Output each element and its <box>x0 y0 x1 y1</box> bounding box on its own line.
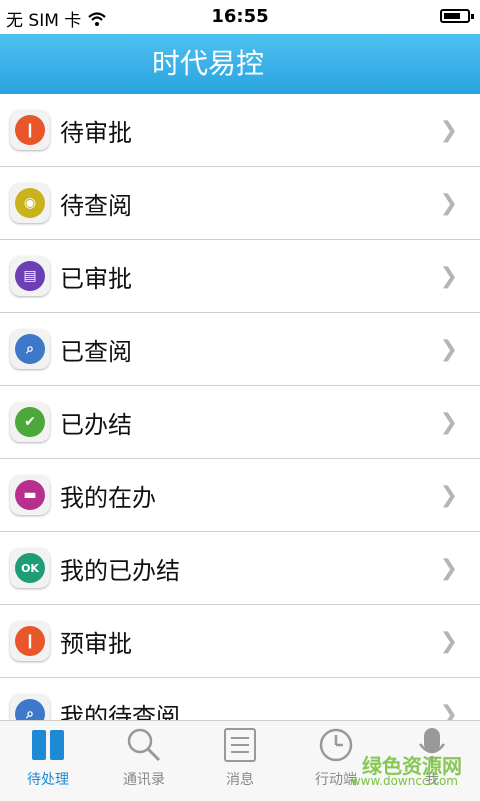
tab-label: 消息 <box>226 772 254 788</box>
my-in-progress-icon: ▬ <box>10 475 50 515</box>
list-item-label: 预审批 <box>60 629 132 658</box>
list-item-label: 我的在办 <box>60 483 156 512</box>
list-item-label: 我的已办结 <box>60 556 180 585</box>
chevron-right-icon: ❯ <box>439 556 458 581</box>
list-item-pre-approval[interactable]: ❙ 预审批 ❯ <box>0 605 480 678</box>
chevron-right-icon: ❯ <box>439 702 458 720</box>
list-item-label: 待审批 <box>60 118 132 147</box>
list-item-label: 我的待查阅 <box>60 702 180 721</box>
my-review-pending-icon: ⌕ <box>10 694 50 720</box>
status-bar: 无 SIM 卡 16:55 <box>0 0 480 34</box>
nav-bar: 时代易控 <box>0 34 480 94</box>
approved-icon: ▤ <box>10 256 50 296</box>
list-item-label: 待查阅 <box>60 191 132 220</box>
chevron-right-icon: ❯ <box>439 264 458 289</box>
chevron-right-icon: ❯ <box>439 118 458 143</box>
tab-label: 通讯录 <box>123 772 165 788</box>
chevron-right-icon: ❯ <box>439 410 458 435</box>
menu-list: ❙ 待审批 ❯ ◉ 待查阅 ❯ ▤ 已审批 ❯ ⌕ 已查阅 ❯ ✔ 已办结 ❯ … <box>0 94 480 720</box>
tab-contacts[interactable]: 通讯录 <box>96 721 192 801</box>
list-item-completed[interactable]: ✔ 已办结 ❯ <box>0 386 480 459</box>
pre-approve-icon: ❙ <box>10 621 50 661</box>
list-item-my-completed[interactable]: OK 我的已办结 ❯ <box>0 532 480 605</box>
chevron-right-icon: ❯ <box>439 337 458 362</box>
my-completed-ok-icon: OK <box>10 548 50 588</box>
watermark-url: www.downcc.com <box>350 774 458 788</box>
search-tab-icon <box>127 728 161 762</box>
tab-pending[interactable]: 待处理 <box>0 721 96 801</box>
list-item-label: 已审批 <box>60 264 132 293</box>
chevron-right-icon: ❯ <box>439 483 458 508</box>
chevron-right-icon: ❯ <box>439 191 458 216</box>
clock-icon <box>319 728 353 762</box>
tab-label: 待处理 <box>27 772 69 788</box>
list-item-approved[interactable]: ▤ 已审批 ❯ <box>0 240 480 313</box>
review-pending-icon: ◉ <box>10 183 50 223</box>
list-item-label: 已查阅 <box>60 337 132 366</box>
list-item-my-in-progress[interactable]: ▬ 我的在办 ❯ <box>0 459 480 532</box>
page-title: 时代易控 <box>151 47 264 80</box>
completed-check-icon: ✔ <box>10 402 50 442</box>
approve-pending-icon: ❙ <box>10 110 50 150</box>
tab-messages[interactable]: 消息 <box>192 721 288 801</box>
status-time: 16:55 <box>211 6 269 27</box>
list-item-label: 已办结 <box>60 410 132 439</box>
message-list-icon <box>224 728 256 762</box>
reviewed-search-icon: ⌕ <box>10 329 50 369</box>
list-item-pending-review[interactable]: ◉ 待查阅 ❯ <box>0 167 480 240</box>
pending-tab-icon <box>32 730 64 760</box>
list-item-reviewed[interactable]: ⌕ 已查阅 ❯ <box>0 313 480 386</box>
battery-icon <box>440 9 474 23</box>
list-item-pending-approval[interactable]: ❙ 待审批 ❯ <box>0 94 480 167</box>
list-item-my-pending-review[interactable]: ⌕ 我的待查阅 ❯ <box>0 678 480 720</box>
chevron-right-icon: ❯ <box>439 629 458 654</box>
